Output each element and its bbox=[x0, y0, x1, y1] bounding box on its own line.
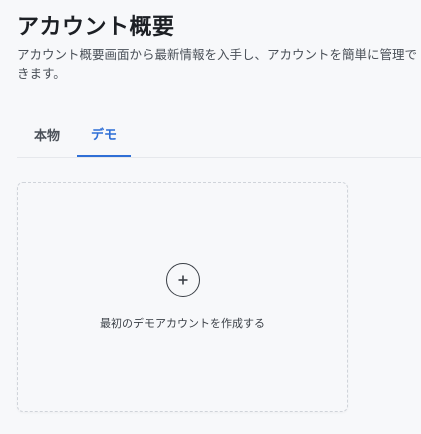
tab-demo[interactable]: デモ bbox=[77, 112, 131, 157]
create-demo-account-card[interactable]: 最初のデモアカウントを作成する bbox=[17, 182, 348, 412]
page-subtitle: アカウント概要画面から最新情報を入手し、アカウントを簡単に管理できます。 bbox=[17, 47, 418, 81]
account-type-tabs: 本物 デモ bbox=[17, 112, 421, 158]
create-demo-account-label: 最初のデモアカウントを作成する bbox=[100, 317, 265, 330]
plus-circle-icon[interactable] bbox=[166, 263, 200, 297]
page-title: アカウント概要 bbox=[17, 15, 175, 40]
tab-real[interactable]: 本物 bbox=[17, 112, 77, 156]
